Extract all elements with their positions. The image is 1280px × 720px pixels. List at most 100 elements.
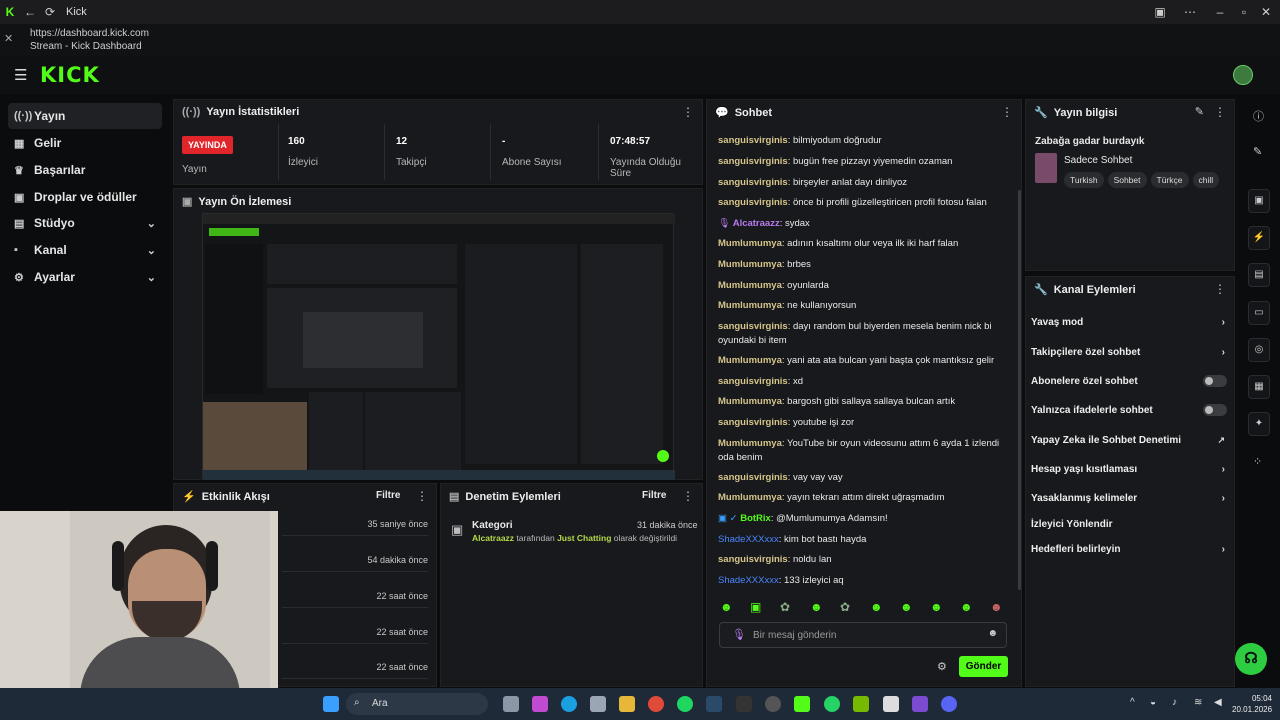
rail-document-icon[interactable]: ▤ <box>1248 263 1270 287</box>
emote-icon[interactable]: ☻ <box>900 600 913 614</box>
chat-username[interactable]: Mumlumumya <box>718 355 782 366</box>
chat-settings-icon[interactable]: ⚙ <box>937 660 947 673</box>
reload-icon[interactable]: ⟳ <box>40 5 60 19</box>
menu-icon[interactable]: ☰ <box>14 66 27 84</box>
chat-username[interactable]: sanguisvirginis <box>718 135 788 146</box>
split-view-icon[interactable]: ▣ <box>1150 5 1170 19</box>
more-icon[interactable]: ⋮ <box>1214 282 1226 296</box>
edit-icon[interactable]: ✎ <box>1195 105 1204 118</box>
chat-username[interactable]: sanguisvirginis <box>718 472 788 483</box>
more-icon[interactable]: ⋮ <box>1214 105 1226 119</box>
action-emotes-only[interactable]: Yalnızca ifadelerle sohbet <box>1031 400 1227 420</box>
sidebar-item-studyo[interactable]: ▤ Stüdyo ⌄ <box>8 210 162 236</box>
more-icon[interactable]: ⋮ <box>682 489 694 503</box>
chrome-icon[interactable] <box>648 696 664 712</box>
activity-filter-button[interactable]: Filtre <box>376 490 400 501</box>
share-icon[interactable]: ⁘ <box>1253 455 1262 468</box>
close-icon[interactable]: ✕ <box>1256 5 1276 19</box>
rail-chat-icon[interactable]: ▭ <box>1248 301 1270 325</box>
emote-icon[interactable]: ☻ <box>810 600 823 614</box>
chat-username[interactable]: Mumlumumya <box>718 280 782 291</box>
clock[interactable]: 05:04 20.01.2026 <box>1232 693 1272 715</box>
discord-icon[interactable] <box>941 696 957 712</box>
steam-icon[interactable] <box>706 696 722 712</box>
chat-username[interactable]: sanguisvirginis <box>718 156 788 167</box>
action-host-viewers[interactable]: İzleyici Yönlendir <box>1031 514 1227 534</box>
stream-preview-video[interactable] <box>202 213 675 480</box>
microphone-icon[interactable]: 🎙 <box>732 628 746 641</box>
action-subscribers-only[interactable]: Abonelere özel sohbet <box>1031 371 1227 391</box>
more-icon[interactable]: ⋯ <box>1180 5 1200 19</box>
chat-input[interactable]: 🎙 Bir mesaj gönderin ☻ <box>719 622 1007 648</box>
chat-username[interactable]: Mumlumumya <box>718 300 782 311</box>
action-ai-moderation[interactable]: Yapay Zeka ile Sohbet Denetimi ↗ <box>1031 430 1227 450</box>
stop-icon[interactable]: ✕ <box>4 32 13 45</box>
epic-icon[interactable] <box>736 696 752 712</box>
chat-scrollbar[interactable] <box>1018 190 1021 590</box>
emoji-icon[interactable]: ☻ <box>987 628 998 639</box>
taskview-icon[interactable] <box>503 696 519 712</box>
rail-wrench-icon[interactable]: ✦ <box>1248 412 1270 436</box>
chat-username[interactable]: Mumlumumya <box>718 238 782 249</box>
kick-logo[interactable]: KICK <box>40 63 100 87</box>
more-icon[interactable]: ⋮ <box>682 105 694 119</box>
tab-title[interactable]: Kick <box>66 6 87 18</box>
chat-username[interactable]: sanguisvirginis <box>718 321 788 332</box>
copilot-icon[interactable] <box>532 696 548 712</box>
rail-stream-icon[interactable]: ▣ <box>1248 189 1270 213</box>
emote-icon[interactable]: ☻ <box>990 600 1003 614</box>
chat-username[interactable]: Alcatraazz <box>733 218 780 229</box>
emote-icon[interactable]: ☻ <box>870 600 883 614</box>
volume-icon[interactable]: ◀ <box>1214 697 1222 708</box>
whatsapp-icon[interactable] <box>824 696 840 712</box>
chat-username[interactable]: sanguisvirginis <box>718 197 788 208</box>
chat-username[interactable]: sanguisvirginis <box>718 417 788 428</box>
explorer-icon[interactable] <box>619 696 635 712</box>
chat-username[interactable]: Mumlumumya <box>718 396 782 407</box>
more-icon[interactable]: ⋮ <box>416 489 428 503</box>
url-text[interactable]: https://dashboard.kick.com <box>30 28 149 39</box>
moderation-filter-button[interactable]: Filtre <box>642 490 666 501</box>
avatar[interactable] <box>1233 65 1253 85</box>
action-followers-only[interactable]: Takipçilere özel sohbet › <box>1031 342 1227 362</box>
mic-tray-icon[interactable]: ♪ <box>1172 697 1177 708</box>
emote-icon[interactable]: ☻ <box>960 600 973 614</box>
more-icon[interactable]: ⋮ <box>1001 105 1013 119</box>
minimize-icon[interactable]: – <box>1210 5 1230 19</box>
subscribers-only-toggle[interactable] <box>1203 375 1227 387</box>
info-icon[interactable]: ⓘ <box>1253 108 1264 124</box>
emote-icon[interactable]: ▣ <box>750 600 761 614</box>
edge-icon[interactable] <box>561 696 577 712</box>
windows-start-icon[interactable] <box>323 696 339 712</box>
network-icon[interactable]: ◒ <box>1150 697 1156 708</box>
chevron-up-icon[interactable]: ^ <box>1130 697 1135 708</box>
chat-username[interactable]: BotRix <box>740 513 771 524</box>
rail-broadcast-icon[interactable]: ◎ <box>1248 338 1270 362</box>
sidebar-item-yayin[interactable]: ((·)) Yayın <box>8 103 162 129</box>
taskbar-search[interactable]: ⌕ Ara <box>346 693 488 715</box>
chat-username[interactable]: ShadeXXXxxx <box>718 575 779 586</box>
emote-icon[interactable]: ✿ <box>840 600 850 614</box>
action-account-age[interactable]: Hesap yaşı kısıtlaması › <box>1031 459 1227 479</box>
chat-username[interactable]: sanguisvirginis <box>718 177 788 188</box>
chat-username[interactable]: sanguisvirginis <box>718 376 788 387</box>
sidebar-item-droplar[interactable]: ▣ Droplar ve ödüller <box>8 184 162 210</box>
chat-username[interactable]: Mumlumumya <box>718 438 782 449</box>
rail-layout-icon[interactable]: ▦ <box>1248 375 1270 399</box>
action-slow-mode[interactable]: Yavaş mod › <box>1031 312 1227 332</box>
send-button[interactable]: Gönder <box>959 656 1008 677</box>
rail-lightning-icon[interactable]: ⚡ <box>1248 226 1270 250</box>
help-button[interactable]: ☊ <box>1235 643 1267 675</box>
sidebar-item-kanal[interactable]: ▪ Kanal ⌄ <box>8 237 162 263</box>
kick-app-icon[interactable] <box>794 696 810 712</box>
maximize-icon[interactable]: ▫ <box>1234 5 1254 19</box>
wifi-icon[interactable]: ≋ <box>1194 697 1202 708</box>
chat-username[interactable]: Mumlumumya <box>718 259 782 270</box>
sidebar-item-basarilar[interactable]: ♛ Başarılar <box>8 157 162 183</box>
emote-icon[interactable]: ☻ <box>720 600 733 614</box>
action-banned-words[interactable]: Yasaklanmış kelimeler › <box>1031 488 1227 508</box>
chat-username[interactable]: sanguisvirginis <box>718 554 788 565</box>
nvidia-icon[interactable] <box>853 696 869 712</box>
emotes-only-toggle[interactable] <box>1203 404 1227 416</box>
back-icon[interactable]: ← <box>20 5 40 19</box>
